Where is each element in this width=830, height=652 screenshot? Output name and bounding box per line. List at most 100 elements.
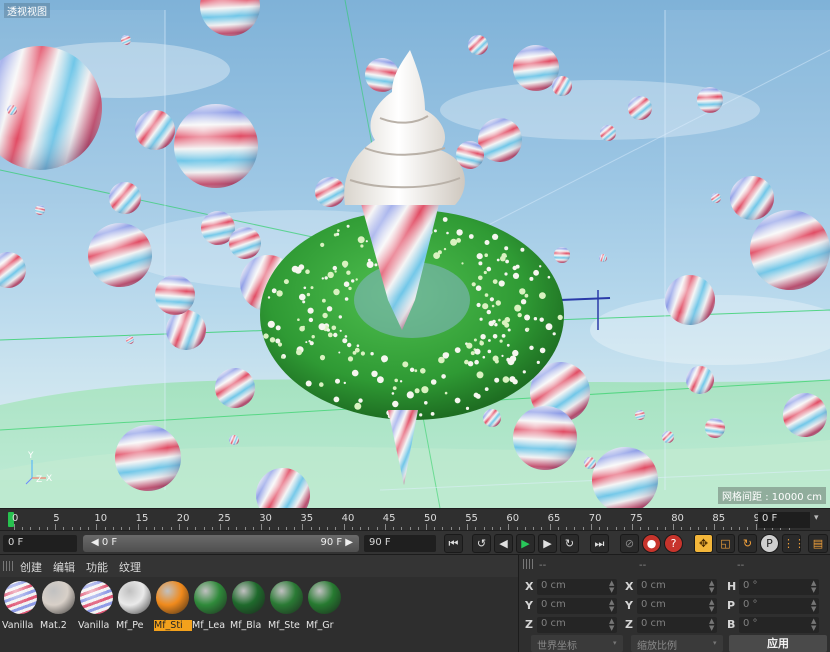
range-end-label: 90 F ▶ xyxy=(320,537,353,548)
spinner-icon[interactable]: ▲ ▼ xyxy=(811,618,816,632)
move-key-icon[interactable]: ✥ xyxy=(694,534,713,553)
menu-create[interactable]: 创建 xyxy=(20,559,42,575)
material-swatch[interactable]: Vanilla xyxy=(78,579,115,651)
material-swatch[interactable]: Mf_Lea xyxy=(192,579,229,651)
ruler-tick-label: 45 xyxy=(382,513,396,524)
material-swatch[interactable]: Mf_Pe xyxy=(116,579,153,651)
flower-dot xyxy=(430,412,435,416)
coord-value-field[interactable]: 0 ° xyxy=(739,598,819,614)
flower-dot xyxy=(533,269,539,276)
apply-button[interactable]: 应用 xyxy=(729,635,827,652)
flower-dot xyxy=(347,342,352,348)
material-swatch[interactable]: Mf_Bla xyxy=(230,579,267,651)
preview-range-slider[interactable]: ◀ 0 F 90 F ▶ xyxy=(83,535,359,552)
flower-dot xyxy=(356,344,360,348)
coord-value-field[interactable]: 0 cm xyxy=(637,579,717,595)
next-frame-icon[interactable]: ▶ xyxy=(538,534,557,553)
chevron-down-icon[interactable]: ▾ xyxy=(613,639,617,647)
material-swatch[interactable]: Mf_Ste xyxy=(268,579,305,651)
param-key-icon[interactable]: P xyxy=(760,534,779,553)
material-swatch[interactable]: Mf_Gr xyxy=(306,579,343,651)
perspective-viewport[interactable]: Y Z X 透视视图 网格间距 : 10000 cm xyxy=(0,0,830,508)
next-key-icon[interactable]: ↻ xyxy=(560,534,579,553)
ruler-tick-label: 55 xyxy=(465,513,478,524)
coord-value-field[interactable]: 0 cm xyxy=(537,579,617,595)
coord-value-field[interactable]: 0 cm xyxy=(637,598,717,614)
size-mode-select[interactable]: 缩放比例 xyxy=(631,635,723,652)
coord-value-field[interactable]: 0 cm xyxy=(637,617,717,633)
timeline-ruler[interactable]: 051015202530354045505560657075808590 0 F… xyxy=(0,508,830,530)
flower-dot xyxy=(524,314,531,321)
play-icon[interactable]: ▶ xyxy=(516,534,535,553)
scale-key-icon[interactable]: ◱ xyxy=(716,534,735,553)
rotation-header: -- xyxy=(737,560,745,571)
spinner-icon[interactable]: ▲ ▼ xyxy=(609,599,614,613)
sphere-shading xyxy=(215,368,255,408)
range-start-label: ◀ 0 F xyxy=(91,537,118,548)
ruler-tick-label: 15 xyxy=(135,513,149,524)
timeline-icon[interactable]: ▤ xyxy=(808,534,828,553)
sphere-shading xyxy=(109,182,141,214)
coord-value-field[interactable]: 0 ° xyxy=(739,617,819,633)
rotate-key-icon[interactable]: ↻ xyxy=(738,534,757,553)
timeline-end-field[interactable]: 0 F xyxy=(758,512,810,528)
flower-dot xyxy=(487,349,492,354)
ruler-tick-label: 70 xyxy=(588,513,602,524)
menu-function[interactable]: 功能 xyxy=(86,559,108,575)
previous-key-icon[interactable]: ↺ xyxy=(472,534,491,553)
flower-dot xyxy=(552,332,556,336)
previous-frame-icon[interactable]: ◀ xyxy=(494,534,513,553)
coord-value-field[interactable]: 0 cm xyxy=(537,617,617,633)
flower-dot xyxy=(348,286,352,291)
chevron-down-icon[interactable]: ▾ xyxy=(814,513,819,523)
flower-dot xyxy=(504,317,511,323)
flower-dot xyxy=(489,297,494,302)
material-swatch[interactable]: Mf_Sti xyxy=(154,579,192,651)
flower-dot xyxy=(509,355,517,362)
flower-dot xyxy=(342,338,348,344)
spinner-icon[interactable]: ▲ ▼ xyxy=(811,599,816,613)
flower-dot xyxy=(524,293,529,298)
flower-dot xyxy=(269,337,276,343)
material-swatch[interactable]: Vanilla xyxy=(2,579,39,651)
spinner-icon[interactable]: ▲ ▼ xyxy=(811,580,816,594)
go-to-end-icon[interactable]: ⏭ xyxy=(590,534,609,553)
coordinates-manager: -- -- -- X0 cm ▲ ▼ X 0 cm ▲ ▼ H 0 ° ▲ ▼ Y 0 cm ▲ ▼… xyxy=(518,554,830,652)
record-icon[interactable]: ● xyxy=(642,534,661,553)
coord-axis-label: P xyxy=(727,599,736,612)
record-off-icon[interactable]: ⊘ xyxy=(620,534,639,553)
spinner-icon[interactable]: ▲ ▼ xyxy=(709,618,714,632)
flower-dot xyxy=(338,351,341,354)
size-header: -- xyxy=(639,560,647,571)
coord-value-field[interactable]: 0 cm xyxy=(537,598,617,614)
current-frame-field[interactable]: 0 F xyxy=(3,535,77,552)
coord-value-field[interactable]: 0 ° xyxy=(739,579,819,595)
flower-dot xyxy=(399,380,403,383)
spinner-icon[interactable]: ▲ ▼ xyxy=(609,580,614,594)
flower-dot xyxy=(305,380,312,387)
spinner-icon[interactable]: ▲ ▼ xyxy=(609,618,614,632)
max-frame-field[interactable]: 90 F xyxy=(364,535,436,552)
material-preview xyxy=(156,581,189,614)
flower-dot xyxy=(494,377,500,383)
spinner-icon[interactable]: ▲ ▼ xyxy=(709,599,714,613)
coordinate-system-select[interactable]: 世界坐标 xyxy=(531,635,623,652)
material-swatch[interactable]: Mat.2 xyxy=(40,579,77,651)
menu-texture[interactable]: 纹理 xyxy=(119,559,141,575)
spinner-icon[interactable]: ▲ ▼ xyxy=(709,580,714,594)
auto-key-icon[interactable]: ? xyxy=(664,534,683,553)
sphere-shading xyxy=(513,45,559,91)
flower-dot xyxy=(320,242,325,247)
panel-grip-icon[interactable] xyxy=(3,561,13,571)
pla-key-icon[interactable]: ⋮⋮ xyxy=(782,534,805,553)
flower-dot xyxy=(504,322,510,328)
chevron-down-icon[interactable]: ▾ xyxy=(713,639,717,647)
viewport-title[interactable]: 透视视图 xyxy=(4,3,50,18)
flower-dot xyxy=(476,253,483,260)
flower-dot xyxy=(512,349,519,357)
menu-edit[interactable]: 编辑 xyxy=(53,559,75,575)
material-name: Mf_Gr xyxy=(306,620,334,631)
go-to-start-icon[interactable]: ⏮ xyxy=(444,534,463,553)
panel-grip-icon[interactable] xyxy=(523,559,533,569)
flower-dot xyxy=(357,236,365,244)
